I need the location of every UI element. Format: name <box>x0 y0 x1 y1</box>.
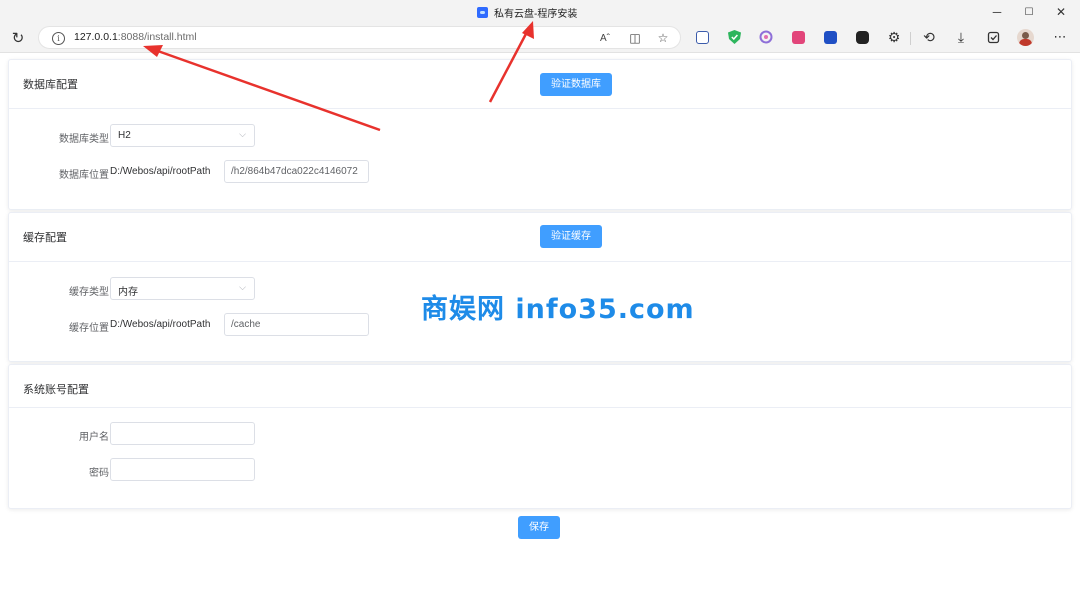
password-row: 密码 <box>9 458 609 482</box>
site-info-icon[interactable]: i <box>52 32 65 45</box>
reload-icon[interactable]: ↻ <box>9 29 27 47</box>
ai-assistant-icon[interactable] <box>758 29 774 45</box>
url-text[interactable]: 127.0.0.1:8088/install.html <box>74 31 197 43</box>
database-location-row: 数据库位置 D:/Webos/api/rootPath <box>9 160 609 184</box>
database-location-label: 数据库位置 <box>59 170 109 181</box>
chevron-down-icon: ⌵ <box>239 282 246 292</box>
split-screen-icon[interactable]: ◫ <box>627 30 643 46</box>
cache-type-select[interactable]: 内存 ⌵ <box>110 277 255 300</box>
profile-avatar[interactable] <box>1017 29 1034 46</box>
minimize-button[interactable]: ─ <box>982 2 1012 22</box>
history-icon[interactable]: ⟲ <box>921 29 937 45</box>
more-options-icon[interactable]: ⋯ <box>1052 29 1068 45</box>
cache-card-header: 缓存配置 验证缓存 <box>9 213 1071 262</box>
browser-toolbar: ↻ i 127.0.0.1:8088/install.html Aˆ ◫ ☆ ⚙… <box>0 24 1080 53</box>
password-label: 密码 <box>89 468 109 479</box>
database-type-label: 数据库类型 <box>59 134 109 145</box>
verify-cache-button[interactable]: 验证缓存 <box>540 225 602 248</box>
database-location-prefix: D:/Webos/api/rootPath <box>110 166 211 177</box>
cache-location-input[interactable] <box>224 313 369 336</box>
database-card-header: 数据库配置 验证数据库 <box>9 60 1071 109</box>
chevron-down-icon: ⌵ <box>239 129 246 139</box>
database-type-row: 数据库类型 H2 ⌵ <box>9 124 609 148</box>
account-card-title: 系统账号配置 <box>23 384 89 396</box>
watermark-text: 商娱网 info35.com <box>421 294 695 325</box>
read-aloud-icon[interactable]: Aˆ <box>597 30 613 46</box>
browser-tab[interactable]: 私有云盘-程序安装 <box>477 5 577 20</box>
username-row: 用户名 <box>9 422 609 446</box>
cache-type-label: 缓存类型 <box>69 287 109 298</box>
cache-location-label: 缓存位置 <box>69 323 109 334</box>
database-config-card: 数据库配置 验证数据库 数据库类型 H2 ⌵ 数据库位置 D:/Webos/ap… <box>8 59 1072 210</box>
address-bar[interactable]: i 127.0.0.1:8088/install.html Aˆ ◫ ☆ <box>38 26 681 49</box>
cloud-disk-favicon-icon <box>477 7 488 18</box>
username-input[interactable] <box>110 422 255 445</box>
collections-icon[interactable] <box>985 29 1001 45</box>
shield-icon[interactable] <box>726 29 742 45</box>
username-label: 用户名 <box>79 432 109 443</box>
cache-card-title: 缓存配置 <box>23 232 67 244</box>
download-icon[interactable]: ⤓ <box>953 29 969 45</box>
screenshot-icon[interactable] <box>822 29 838 45</box>
maximize-button[interactable]: ☐ <box>1014 2 1044 22</box>
puzzle-extension-icon[interactable]: ⚙ <box>886 29 902 45</box>
tab-title: 私有云盘-程序安装 <box>494 9 578 20</box>
close-window-button[interactable]: ✕ <box>1046 2 1076 22</box>
database-type-value: H2 <box>118 130 131 141</box>
verify-database-button[interactable]: 验证数据库 <box>540 73 612 96</box>
password-input[interactable] <box>110 458 255 481</box>
database-type-select[interactable]: H2 ⌵ <box>110 124 255 147</box>
toolbar-divider <box>910 32 911 45</box>
calendar-icon[interactable] <box>694 29 710 45</box>
cache-location-prefix: D:/Webos/api/rootPath <box>110 319 211 330</box>
cache-type-value: 内存 <box>118 287 138 298</box>
database-card-title: 数据库配置 <box>23 79 78 91</box>
favorite-star-icon[interactable]: ☆ <box>655 30 671 46</box>
translate-icon[interactable] <box>790 29 806 45</box>
browser-titlebar: 私有云盘-程序安装 ─ ☐ ✕ <box>0 0 1080 24</box>
account-config-card: 系统账号配置 用户名 密码 <box>8 364 1072 509</box>
game-icon[interactable] <box>854 29 870 45</box>
save-button[interactable]: 保存 <box>518 516 560 539</box>
database-location-input[interactable] <box>224 160 369 183</box>
account-card-header: 系统账号配置 <box>9 365 1071 408</box>
